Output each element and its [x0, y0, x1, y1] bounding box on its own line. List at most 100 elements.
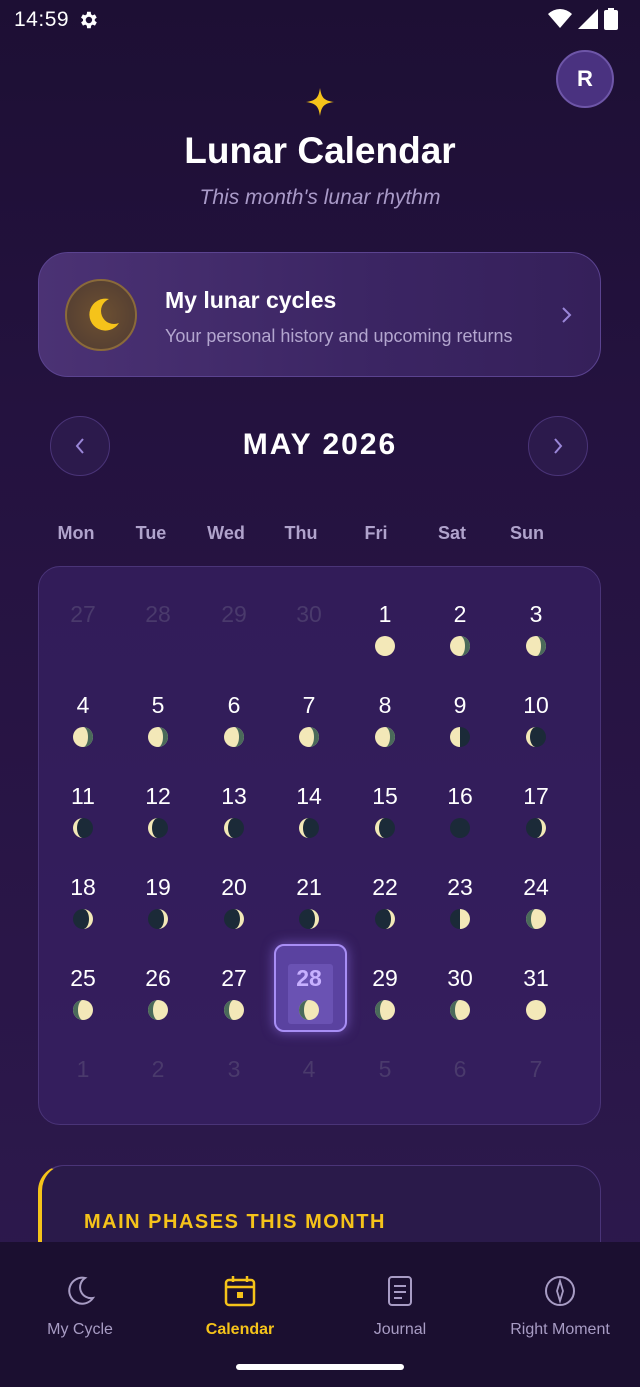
day-number: 7 — [529, 1056, 543, 1082]
calendar-day[interactable]: 4 — [45, 666, 121, 757]
day-number: 4 — [76, 692, 90, 718]
day-number: 5 — [151, 692, 165, 718]
day-number: 19 — [145, 874, 171, 900]
calendar-day[interactable]: 9 — [422, 666, 498, 757]
day-number: 11 — [71, 783, 95, 809]
calendar-day-outside: 4 — [271, 1030, 347, 1121]
calendar-day[interactable]: 3 — [498, 575, 574, 666]
calendar-day[interactable]: 17 — [498, 757, 574, 848]
calendar-day[interactable]: 14 — [271, 757, 347, 848]
day-number: 3 — [529, 601, 543, 627]
calendar-day[interactable]: 6 — [196, 666, 272, 757]
waxing-gibbous-moon-icon — [299, 1000, 319, 1020]
day-number: 2 — [453, 601, 467, 627]
calendar-day[interactable]: 18 — [45, 848, 121, 939]
tab-label: Right Moment — [510, 1321, 610, 1338]
waning-crescent-moon-icon — [148, 818, 168, 838]
compass-icon — [545, 1276, 575, 1306]
waxing-gibbous-moon-icon — [450, 1000, 470, 1020]
calendar-day[interactable]: 7 — [271, 666, 347, 757]
day-number: 28 — [296, 965, 322, 991]
waxing-crescent-moon-icon — [73, 909, 93, 929]
crescent-moon-badge — [65, 279, 137, 351]
crescent-moon-icon — [89, 298, 119, 331]
calendar-day[interactable]: 11 — [45, 757, 121, 848]
day-number: 9 — [453, 692, 467, 718]
first-quarter-moon-icon — [450, 909, 470, 929]
waning-gibbous-moon-icon — [73, 727, 93, 747]
calendar-day[interactable]: 31 — [498, 939, 574, 1030]
lunar-cycles-title: My lunar cycles — [165, 287, 337, 313]
status-bar: 14:59 — [0, 0, 640, 40]
waning-crescent-moon-icon — [299, 818, 319, 838]
lunar-cycles-subtitle: Your personal history and upcoming retur… — [165, 326, 513, 346]
waxing-crescent-moon-icon — [299, 909, 319, 929]
calendar-day-today[interactable]: 28 — [271, 939, 347, 1032]
page-subtitle: This month's lunar rhythm — [199, 186, 441, 209]
tab-my-cycle[interactable]: My Cycle — [0, 1242, 160, 1352]
waxing-gibbous-moon-icon — [375, 1000, 395, 1020]
day-number: 18 — [70, 874, 96, 900]
calendar-day[interactable]: 20 — [196, 848, 272, 939]
calendar-day[interactable]: 23 — [422, 848, 498, 939]
main-phases-title: MAIN PHASES THIS MONTH — [84, 1211, 386, 1233]
day-number: 6 — [227, 692, 241, 718]
day-number: 31 — [523, 965, 549, 991]
day-number: 2 — [151, 1056, 165, 1082]
weekday-label: Thu — [284, 523, 318, 543]
calendar-day[interactable]: 29 — [347, 939, 423, 1030]
battery-icon — [604, 8, 618, 30]
calendar-day[interactable]: 10 — [498, 666, 574, 757]
day-number: 1 — [378, 601, 392, 627]
day-number: 1 — [76, 1056, 90, 1082]
avatar-initial: R — [577, 66, 593, 91]
calendar-day[interactable]: 15 — [347, 757, 423, 848]
weekday-label: Mon — [57, 523, 95, 543]
lunar-cycles-card[interactable]: My lunar cycles Your personal history an… — [38, 252, 601, 377]
page-title: Lunar Calendar — [184, 130, 456, 171]
waxing-crescent-moon-icon — [526, 818, 546, 838]
day-number: 24 — [523, 874, 549, 900]
calendar-day[interactable]: 12 — [120, 757, 196, 848]
tab-label: Calendar — [205, 1321, 275, 1338]
day-number: 22 — [372, 874, 398, 900]
day-number: 30 — [447, 965, 473, 991]
calendar-day[interactable]: 21 — [271, 848, 347, 939]
tab-calendar[interactable]: Calendar — [160, 1242, 320, 1352]
calendar-day[interactable]: 25 — [45, 939, 121, 1030]
calendar-day-outside: 2 — [120, 1030, 196, 1121]
journal-icon — [388, 1276, 412, 1306]
calendar-day[interactable]: 16 — [422, 757, 498, 848]
profile-avatar[interactable]: R — [556, 50, 614, 108]
calendar-day-outside: 5 — [347, 1030, 423, 1121]
chevron-right-icon — [554, 438, 563, 454]
waxing-crescent-moon-icon — [224, 909, 244, 929]
calendar-day[interactable]: 24 — [498, 848, 574, 939]
calendar-day[interactable]: 30 — [422, 939, 498, 1030]
calendar-day[interactable]: 26 — [120, 939, 196, 1030]
weekday-label: Fri — [364, 523, 388, 543]
day-number: 28 — [145, 601, 171, 627]
waning-gibbous-moon-icon — [148, 727, 168, 747]
calendar-day[interactable]: 22 — [347, 848, 423, 939]
day-number: 27 — [70, 601, 96, 627]
calendar-day[interactable]: 19 — [120, 848, 196, 939]
waning-gibbous-moon-icon — [526, 636, 546, 656]
calendar-day[interactable]: 13 — [196, 757, 272, 848]
calendar-day[interactable]: 27 — [196, 939, 272, 1030]
day-number: 16 — [447, 783, 473, 809]
home-indicator — [236, 1364, 404, 1370]
day-number: 25 — [70, 965, 96, 991]
day-number: 20 — [221, 874, 247, 900]
calendar-day[interactable]: 2 — [422, 575, 498, 666]
tab-right-moment[interactable]: Right Moment — [480, 1242, 640, 1352]
next-month-button[interactable] — [528, 416, 588, 476]
full-moon-icon — [375, 636, 395, 656]
calendar-day[interactable]: 1 — [347, 575, 423, 666]
calendar-day[interactable]: 8 — [347, 666, 423, 757]
tab-journal[interactable]: Journal — [320, 1242, 480, 1352]
day-number: 29 — [221, 601, 247, 627]
day-number: 30 — [296, 601, 322, 627]
day-number: 7 — [302, 692, 316, 718]
calendar-day[interactable]: 5 — [120, 666, 196, 757]
